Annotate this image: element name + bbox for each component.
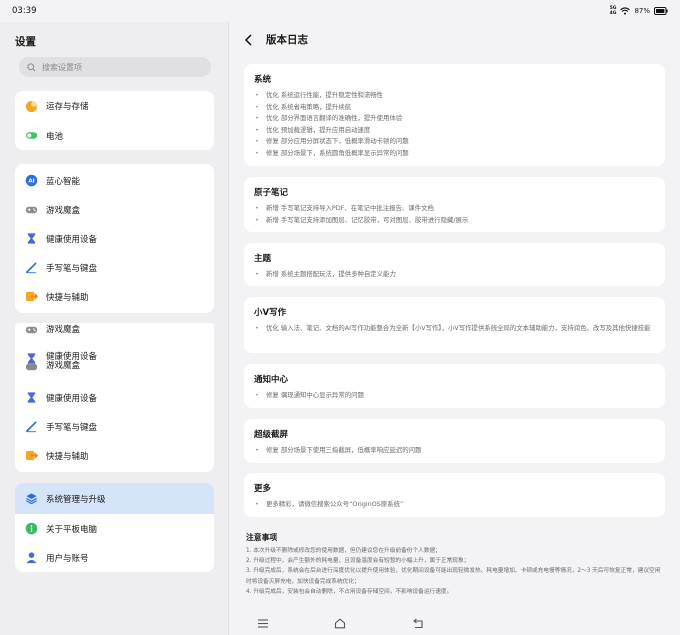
status-indicators: 5G 4G 87% bbox=[610, 6, 668, 16]
changelog-item: 优化 系统运行性能，提升稳定性和流畅性 bbox=[254, 90, 655, 102]
changelog-item: 新增 手写笔记支持导入PDF、在笔记中批注报告、课件文档 bbox=[254, 203, 655, 215]
hourglass-icon bbox=[25, 391, 38, 404]
changelog-item: 优化 部分界面语言翻译的准确性，提升使用体验 bbox=[254, 113, 655, 125]
search-icon bbox=[27, 62, 36, 71]
sidebar-item-ai[interactable]: AI 蓝心智能 bbox=[15, 166, 214, 195]
sidebar-item-health[interactable]: 健康使用设备 bbox=[15, 224, 214, 253]
changelog-item: 优化 预加载逻辑，提升应用启动速度 bbox=[254, 125, 655, 137]
changelog-title: 更多 bbox=[254, 484, 272, 494]
pen-icon bbox=[25, 261, 38, 274]
changelog-item: 优化 系统省电策略，提升续航 bbox=[254, 102, 655, 114]
sidebar-item-game[interactable]: 游戏魔盒 bbox=[15, 195, 214, 224]
changelog-item: 新增 系统主题搭配玩法，提供多种自定义能力 bbox=[254, 269, 655, 281]
notes-line: 1. 本次升级不删除或修改您的使用数据，但仍建议您在升级前备份个人数据； bbox=[246, 548, 441, 554]
battery-percent: 87% bbox=[634, 7, 650, 15]
wifi-icon bbox=[620, 7, 631, 15]
status-bar: 03:39 5G 4G 87% bbox=[0, 0, 680, 22]
battery-status-icon bbox=[654, 7, 668, 15]
changelog-item: 优化 输入法、笔记、文档的AI写作功能整合为全新【小V写作】，小V写作提供系统全… bbox=[254, 323, 655, 335]
changelog-card-screenshot: 超级截屏 修复 部分场景下使用三指截屏，低概率响应延迟的问题 bbox=[244, 419, 665, 463]
home-icon[interactable] bbox=[334, 618, 346, 629]
sidebar-item-system-update[interactable]: 系统管理与升级 bbox=[15, 483, 214, 514]
update-notes: 注意事项 1. 本次升级不删除或修改您的使用数据，但仍建议您在升级前备份个人数据… bbox=[246, 532, 666, 597]
signal-indicator: 5G 4G bbox=[609, 6, 617, 16]
gamepad-icon bbox=[25, 323, 38, 336]
changelog-title: 超级截屏 bbox=[254, 430, 289, 440]
info-icon bbox=[25, 522, 38, 535]
sidebar-item-health-dup[interactable]: 健康使用设备 bbox=[15, 383, 214, 412]
settings-sidebar: 设置 搜索设置项 运存与存储 电池 AI 蓝心智能 游戏魔盒 健康使用设备 手写… bbox=[0, 22, 229, 635]
changelog-item: 修复 部分应用分屏状态下，低概率滑动卡顿的问题 bbox=[254, 136, 655, 148]
settings-group-storage: 运存与存储 电池 bbox=[15, 91, 214, 150]
sidebar-item-about[interactable]: 关于平板电脑 bbox=[15, 514, 214, 543]
settings-group-features-duplicate: 游戏魔盒 健康使用设备 游戏魔盒 健康使用设备 手写笔与键盘 快捷与辅助 bbox=[15, 323, 214, 472]
page-header: 版本日志 bbox=[244, 32, 308, 47]
back-arrow-icon[interactable] bbox=[244, 33, 254, 46]
sidebar-item-pen-keyboard-dup[interactable]: 手写笔与键盘 bbox=[15, 412, 214, 441]
page-title: 版本日志 bbox=[266, 34, 308, 46]
ai-icon: AI bbox=[25, 174, 38, 187]
changelog-item: 修复 偶现通知中心显示异常的问题 bbox=[254, 390, 655, 402]
changelog-title: 主题 bbox=[254, 254, 272, 264]
notes-line: 2. 升级过程中，会产生额外的耗电量，且设备温度会有短暂的小幅上升，属于正常现象… bbox=[246, 558, 470, 565]
shortcut-icon bbox=[25, 290, 38, 303]
changelog-title: 原子笔记 bbox=[254, 188, 289, 198]
changelog-card-more: 更多 更多精彩，请微信搜索公众号“OriginOS原系统” bbox=[244, 473, 665, 517]
search-placeholder: 搜索设置项 bbox=[42, 62, 82, 72]
sidebar-item-account[interactable]: 用户与账号 bbox=[15, 543, 214, 572]
changelog-item: 更多精彩，请微信搜索公众号“OriginOS原系统” bbox=[254, 499, 655, 511]
notes-line: 4. 升级完成后，安装包会自动删除，不占用设备存储空间，不影响设备运行速度。 bbox=[246, 588, 453, 595]
changelog-card-system: 系统 优化 系统运行性能，提升稳定性和流畅性 优化 系统省电策略，提升续航 优化… bbox=[244, 64, 665, 166]
hourglass-icon bbox=[25, 232, 38, 245]
changelog-card-theme: 主题 新增 系统主题搭配玩法，提供多种自定义能力 bbox=[244, 243, 665, 286]
gamepad-icon bbox=[25, 203, 38, 216]
menu-icon[interactable] bbox=[257, 618, 269, 629]
changelog-card-writing: 小V写作 优化 输入法、笔记、文档的AI写作功能整合为全新【小V写作】，小V写作… bbox=[244, 297, 665, 353]
back-nav-icon[interactable] bbox=[412, 618, 424, 629]
gamepad-icon bbox=[25, 360, 38, 373]
changelog-item: 修复 部分场景下使用三指截屏，低概率响应延迟的问题 bbox=[254, 445, 655, 457]
shortcut-icon bbox=[25, 449, 38, 462]
settings-title: 设置 bbox=[15, 36, 36, 48]
changelog-card-notification: 通知中心 修复 偶现通知中心显示异常的问题 bbox=[244, 364, 665, 408]
battery-icon bbox=[25, 129, 38, 142]
changelog-item: 新增 手写笔记支持添加图层、记忆胶带，可对图层、胶带进行隐藏/展示 bbox=[254, 215, 655, 227]
search-input[interactable]: 搜索设置项 bbox=[19, 57, 211, 77]
navigation-bar bbox=[0, 612, 680, 635]
settings-group-system: 系统管理与升级 关于平板电脑 用户与账号 bbox=[15, 483, 214, 572]
sidebar-item-game-dup[interactable]: 游戏魔盒 bbox=[15, 323, 214, 339]
changelog-title: 系统 bbox=[254, 75, 272, 85]
sidebar-item-shortcut[interactable]: 快捷与辅助 bbox=[15, 282, 214, 311]
sidebar-item-battery[interactable]: 电池 bbox=[15, 121, 214, 150]
sidebar-item-health-overlap[interactable]: 健康使用设备 游戏魔盒 bbox=[15, 339, 214, 383]
notes-title: 注意事项 bbox=[246, 533, 278, 542]
status-time: 03:39 bbox=[12, 6, 37, 16]
changelog-title: 小V写作 bbox=[254, 308, 287, 318]
pie-icon bbox=[25, 100, 38, 113]
notes-line: 3. 升级完成后，系统会在后台进行深度优化以提升使用体验，优化期间设备可能出现轻… bbox=[246, 568, 661, 585]
user-icon bbox=[25, 551, 38, 564]
sidebar-item-storage[interactable]: 运存与存储 bbox=[15, 91, 214, 121]
changelog-card-notes: 原子笔记 新增 手写笔记支持导入PDF、在笔记中批注报告、课件文档 新增 手写笔… bbox=[244, 177, 665, 232]
layers-icon bbox=[25, 492, 38, 505]
svg-text:AI: AI bbox=[28, 179, 34, 185]
sidebar-item-pen-keyboard[interactable]: 手写笔与键盘 bbox=[15, 253, 214, 282]
pen-icon bbox=[25, 420, 38, 433]
changelog-title: 通知中心 bbox=[254, 375, 289, 385]
sidebar-item-shortcut-dup[interactable]: 快捷与辅助 bbox=[15, 441, 214, 470]
settings-group-features: AI 蓝心智能 游戏魔盒 健康使用设备 手写笔与键盘 快捷与辅助 bbox=[15, 164, 214, 313]
changelog-item: 修复 部分场景下，系统圆角低概率显示异常的问题 bbox=[254, 148, 655, 160]
